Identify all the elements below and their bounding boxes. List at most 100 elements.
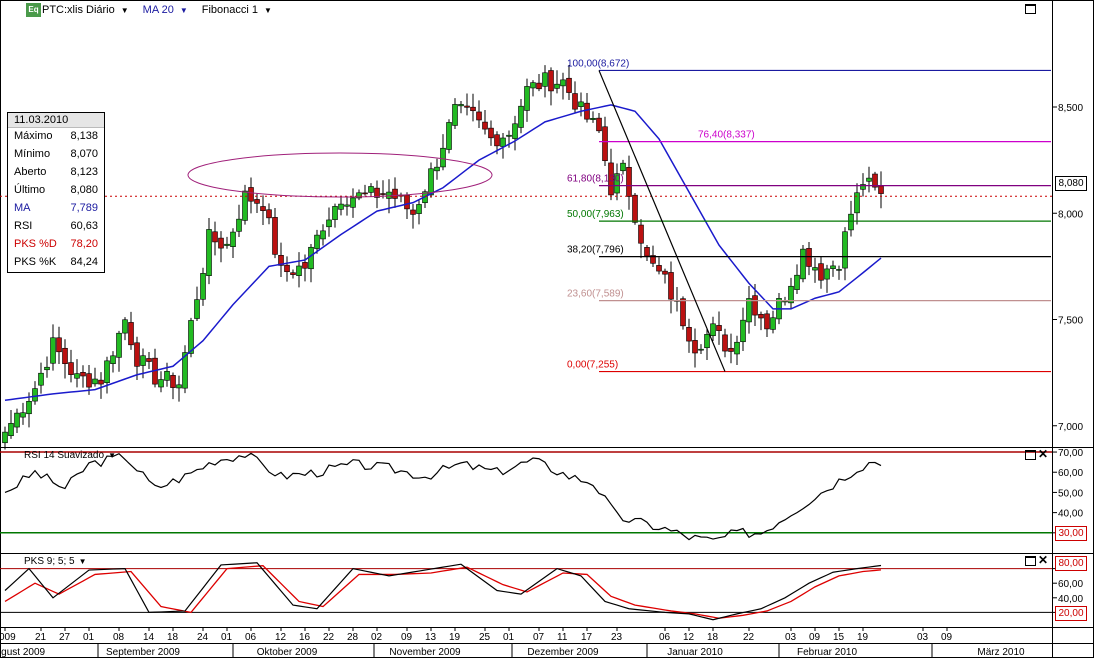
candle-down (686, 327, 692, 342)
candle-down (692, 340, 698, 354)
candle-down (638, 224, 644, 244)
candle-up (746, 298, 752, 323)
rsi-panel-controls: ✕ (1025, 448, 1048, 460)
main-panel-controls (1025, 4, 1036, 14)
candle-down (644, 247, 650, 257)
chevron-down-icon: ▼ (120, 5, 129, 15)
candle-down (716, 325, 722, 331)
x-axis-day-label: 09 (401, 632, 413, 643)
candle-up (20, 412, 26, 418)
candle-up (50, 337, 56, 364)
info-value: 84,24 (70, 256, 98, 268)
fibonacci-tool-selector[interactable]: Fibonacci 1 ▼ (202, 4, 272, 16)
x-axis-day-label: 18 (167, 632, 179, 643)
x-axis-day-label: 009 (0, 632, 16, 643)
candle-up (236, 218, 242, 232)
candle-up (2, 431, 8, 444)
x-axis-day-label: 01 (221, 632, 233, 643)
x-axis-day-label: 16 (299, 632, 311, 643)
candle-down (68, 362, 74, 375)
x-axis-day-label: 14 (143, 632, 155, 643)
close-icon[interactable]: ✕ (1038, 448, 1048, 460)
candle-down (722, 334, 728, 352)
maximize-icon[interactable] (1025, 450, 1036, 460)
price-axis-tick-label: 7,500 (1058, 316, 1083, 327)
ma-indicator-label: MA 20 (142, 4, 174, 16)
candle-up (734, 341, 740, 355)
candle-up (14, 412, 20, 428)
x-axis-day-label: 07 (533, 632, 545, 643)
x-axis-day-label: 09 (809, 632, 821, 643)
candle-up (434, 166, 440, 172)
symbol-selector[interactable]: PTC:xlis Diário ▼ (42, 4, 129, 16)
x-axis-day-label: 22 (323, 632, 335, 643)
info-label: Mínimo (14, 148, 51, 160)
candle-up (500, 137, 506, 147)
candle-up (38, 372, 44, 386)
pks-panel-controls: ✕ (1025, 554, 1048, 566)
candle-up (308, 246, 314, 270)
candle-down (272, 217, 278, 255)
candle-up (140, 355, 146, 366)
info-label: RSI (14, 220, 33, 232)
x-axis-day-label: 12 (683, 632, 695, 643)
candle-down (728, 347, 734, 352)
x-axis-month-label: August 2009 (0, 647, 46, 658)
info-value: 8,138 (70, 130, 98, 142)
info-label: Último (14, 184, 46, 196)
candle-up (524, 86, 530, 111)
pks-d-line (4, 565, 882, 619)
candle-up (326, 219, 332, 228)
x-axis-day-label: 17 (581, 632, 593, 643)
candle-up (164, 371, 170, 381)
fibonacci-level-label: 23,60(7,589) (567, 289, 624, 300)
candle-up (350, 197, 356, 208)
x-axis-day-label: 02 (371, 632, 383, 643)
candle-up (416, 204, 422, 214)
maximize-icon[interactable] (1025, 4, 1036, 14)
pks-panel-label: PKS 9; 5; 5 (24, 556, 75, 567)
info-row-high: Máximo 8,138 (8, 128, 104, 146)
candle-up (176, 384, 182, 389)
candle-up (740, 319, 746, 343)
fibonacci-tool-label: Fibonacci 1 (201, 4, 259, 16)
pks-panel-selector[interactable]: PKS 9; 5; 5 ▼ (24, 556, 87, 567)
candle-down (632, 194, 638, 223)
rsi-30-level-tag: 30,00 (1055, 526, 1087, 541)
candle-up (512, 123, 518, 139)
x-axis-day-label: 01 (503, 632, 515, 643)
x-axis-day-label: 15 (833, 632, 845, 643)
info-row-rsi: RSI 60,63 (8, 218, 104, 236)
x-axis-day-label: 19 (857, 632, 869, 643)
ma-indicator-selector[interactable]: MA 20 ▼ (143, 4, 188, 16)
candle-up (560, 79, 566, 87)
x-axis-day-label: 13 (425, 632, 437, 643)
price-axis-tick-label: 8,000 (1058, 209, 1083, 220)
candle-down (248, 187, 254, 202)
candle-up (620, 162, 626, 172)
close-icon[interactable]: ✕ (1038, 554, 1048, 566)
candle-up (446, 122, 452, 150)
candle-up (794, 274, 800, 290)
info-label: Aberto (14, 166, 47, 178)
rsi-panel-selector[interactable]: RSI 14 Suavizado ▼ (24, 450, 116, 461)
candle-up (344, 204, 350, 207)
x-axis-month-label: Januar 2010 (667, 647, 723, 658)
candle-up (554, 83, 560, 89)
candle-down (218, 237, 224, 249)
candle-up (116, 332, 122, 358)
maximize-icon[interactable] (1025, 556, 1036, 566)
candle-up (230, 231, 236, 247)
last-price-tag: 8,080 (1055, 176, 1087, 191)
candle-down (392, 188, 398, 199)
candle-up (830, 265, 836, 269)
x-axis-day-label: 03 (917, 632, 929, 643)
candle-up (542, 72, 548, 87)
candle-up (452, 104, 458, 126)
candle-up (836, 269, 842, 271)
x-axis-day-label: 19 (449, 632, 461, 643)
chart-frame (0, 0, 1094, 658)
x-axis-day-label: 08 (113, 632, 125, 643)
candle-up (866, 177, 872, 182)
x-axis-day-label: 06 (659, 632, 671, 643)
